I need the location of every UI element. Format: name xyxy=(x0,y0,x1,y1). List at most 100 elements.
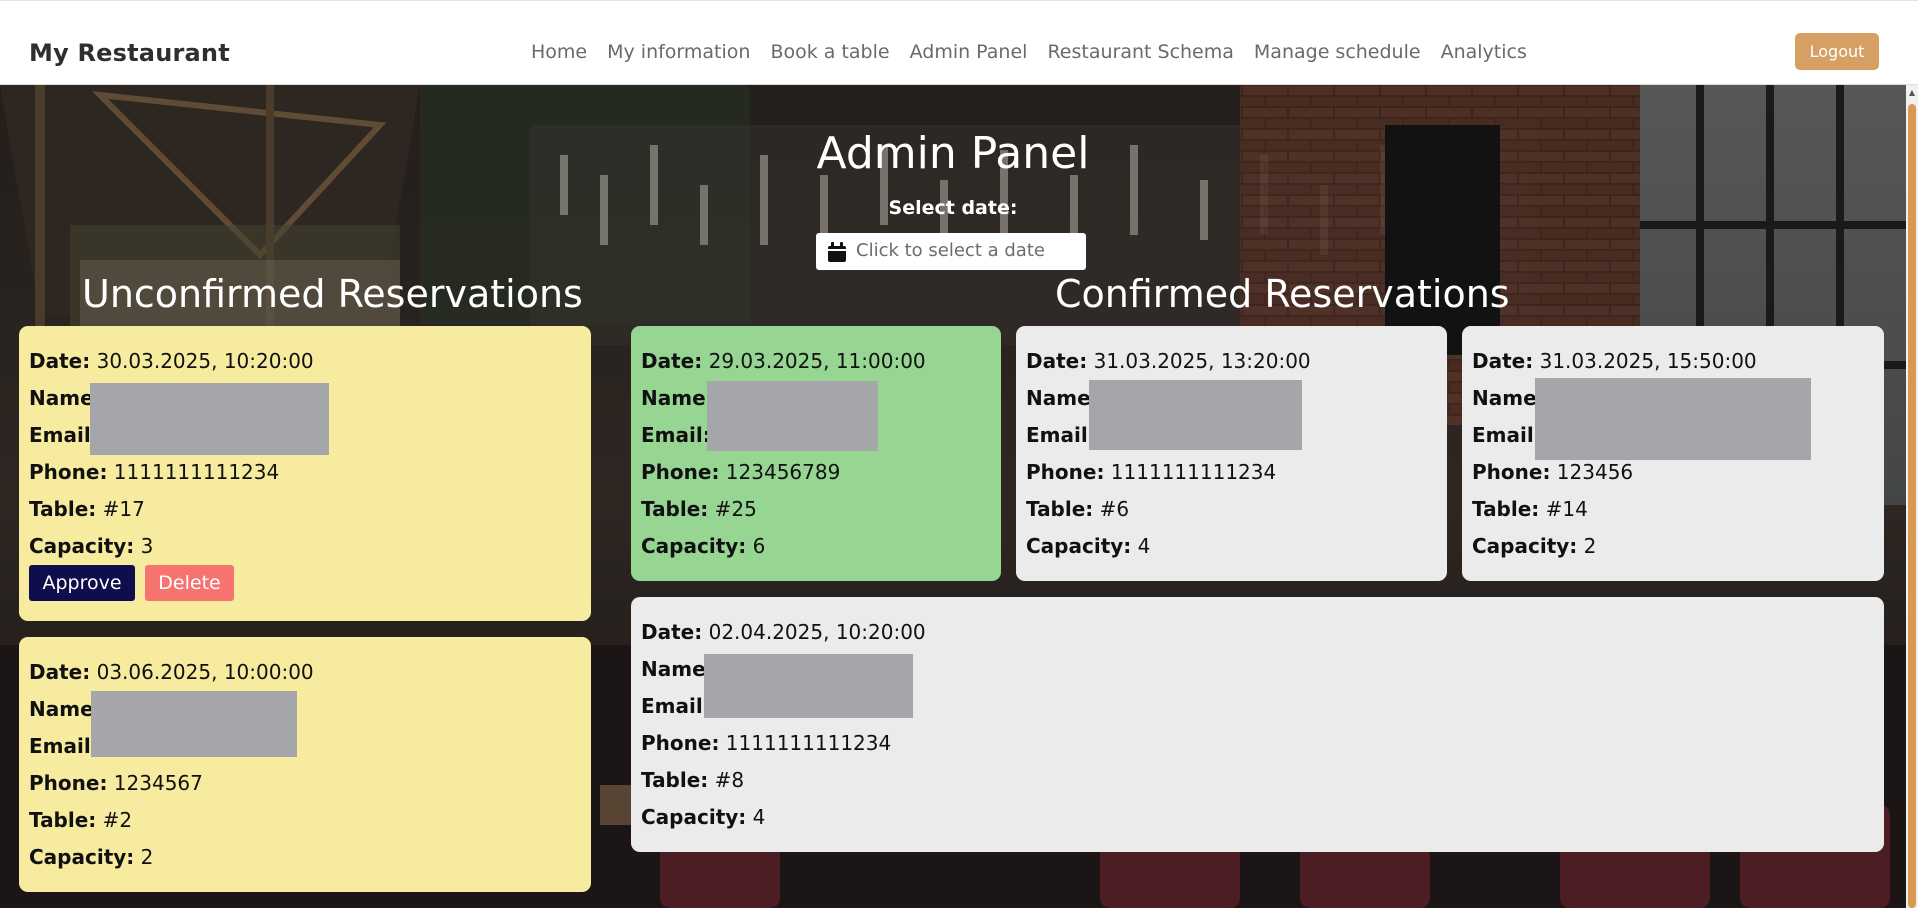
date-label: Date: xyxy=(641,349,703,373)
page-scrollbar-thumb[interactable] xyxy=(1908,104,1916,908)
reservation-phone-row: Phone: 123456789 xyxy=(641,457,1001,494)
reservation-date-row: Date: 29.03.2025, 11:00:00 xyxy=(641,346,1001,383)
brand-title[interactable]: My Restaurant xyxy=(29,39,230,67)
redacted-personal-info xyxy=(1089,380,1302,450)
capacity-label: Capacity: xyxy=(29,845,135,869)
redacted-personal-info xyxy=(707,381,878,451)
reservation-date: 31.03.2025, 15:50:00 xyxy=(1539,349,1757,373)
top-navbar: My Restaurant Home My information Book a… xyxy=(0,0,1918,85)
nav-links: Home My information Book a table Admin P… xyxy=(531,39,1547,65)
reservation-phone: 123456 xyxy=(1556,460,1634,484)
reservation-table: #2 xyxy=(102,808,133,832)
calendar-icon xyxy=(828,242,846,266)
phone-label: Phone: xyxy=(1026,460,1105,484)
page-title: Admin Panel xyxy=(816,128,1090,179)
reservation-capacity-row: Capacity: 2 xyxy=(1472,531,1884,568)
table-label: Table: xyxy=(641,768,709,792)
reservation-phone: 1111111111234 xyxy=(113,460,280,484)
nav-link-manage-schedule[interactable]: Manage schedule xyxy=(1254,39,1421,65)
unconfirmed-reservation-card: Date: 30.03.2025, 10:20:00 Name: Email: … xyxy=(19,326,591,621)
reservation-date: 30.03.2025, 10:20:00 xyxy=(96,349,314,373)
reservation-table-row: Table: #25 xyxy=(641,494,1001,531)
delete-button[interactable]: Delete xyxy=(145,565,234,601)
logout-button[interactable]: Logout xyxy=(1795,33,1879,70)
name-label: Name: xyxy=(641,386,714,410)
email-label: Email: xyxy=(1026,423,1096,447)
reservation-capacity-row: Capacity: 3 xyxy=(29,531,591,568)
email-label: Email: xyxy=(641,423,711,447)
confirmed-reservation-card: Date: 02.04.2025, 10:20:00 Name: Email: … xyxy=(631,597,1884,852)
table-label: Table: xyxy=(29,808,97,832)
nav-link-book-a-table[interactable]: Book a table xyxy=(770,39,889,65)
reservation-date: 02.04.2025, 10:20:00 xyxy=(708,620,926,644)
reservation-phone-row: Phone: 1234567 xyxy=(29,768,591,805)
approve-button[interactable]: Approve xyxy=(29,565,135,601)
capacity-label: Capacity: xyxy=(1026,534,1132,558)
name-label: Name: xyxy=(1026,386,1099,410)
nav-link-admin-panel[interactable]: Admin Panel xyxy=(910,39,1028,65)
confirmed-reservation-card: Date: 29.03.2025, 11:00:00 Name: Email: … xyxy=(631,326,1001,581)
date-input[interactable] xyxy=(856,233,1078,268)
reservation-phone: 1111111111234 xyxy=(1110,460,1277,484)
reservation-phone: 1111111111234 xyxy=(725,731,892,755)
reservation-date: 29.03.2025, 11:00:00 xyxy=(708,349,926,373)
reservation-capacity-row: Capacity: 4 xyxy=(641,802,1884,839)
reservation-table-row: Table: #14 xyxy=(1472,494,1884,531)
reservation-date-row: Date: 30.03.2025, 10:20:00 xyxy=(29,346,591,383)
redacted-personal-info xyxy=(1535,378,1811,460)
name-label: Name: xyxy=(1472,386,1545,410)
confirmed-reservations-heading: Confirmed Reservations xyxy=(1055,272,1510,316)
nav-link-home[interactable]: Home xyxy=(531,39,587,65)
confirmed-reservation-card: Date: 31.03.2025, 13:20:00 Name: Email: … xyxy=(1016,326,1447,581)
reservation-table: #25 xyxy=(714,497,757,521)
capacity-label: Capacity: xyxy=(641,805,747,829)
email-label: Email: xyxy=(641,694,711,718)
reservation-phone-row: Phone: 1111111111234 xyxy=(29,457,591,494)
name-label: Name: xyxy=(641,657,714,681)
reservation-phone-row: Phone: 123456 xyxy=(1472,457,1884,494)
email-label: Email: xyxy=(29,734,99,758)
reservation-table-row: Table: #6 xyxy=(1026,494,1447,531)
reservation-capacity: 2 xyxy=(1583,534,1597,558)
reservation-phone-row: Phone: 1111111111234 xyxy=(1026,457,1447,494)
reservation-capacity-row: Capacity: 2 xyxy=(29,842,591,879)
reservation-table-row: Table: #8 xyxy=(641,765,1884,802)
table-label: Table: xyxy=(1472,497,1540,521)
unconfirmed-reservation-card: Date: 03.06.2025, 10:00:00 Name: Email: … xyxy=(19,637,591,892)
redacted-personal-info xyxy=(90,383,329,455)
unconfirmed-reservations-heading: Unconfirmed Reservations xyxy=(82,272,583,316)
nav-link-analytics[interactable]: Analytics xyxy=(1441,39,1527,65)
reservation-capacity: 4 xyxy=(1137,534,1151,558)
reservation-date-row: Date: 02.04.2025, 10:20:00 xyxy=(641,617,1884,654)
reservation-capacity-row: Capacity: 4 xyxy=(1026,531,1447,568)
scroll-up-arrow-icon[interactable]: ▲ xyxy=(1908,88,1916,98)
nav-link-my-information[interactable]: My information xyxy=(607,39,750,65)
date-picker-field[interactable] xyxy=(816,233,1086,270)
capacity-label: Capacity: xyxy=(1472,534,1578,558)
reservation-capacity: 4 xyxy=(752,805,766,829)
date-label: Date: xyxy=(1026,349,1088,373)
capacity-label: Capacity: xyxy=(29,534,135,558)
date-label: Date: xyxy=(29,349,91,373)
email-label: Email: xyxy=(29,423,99,447)
phone-label: Phone: xyxy=(641,731,720,755)
reservation-capacity: 6 xyxy=(752,534,766,558)
reservation-table-row: Table: #17 xyxy=(29,494,591,531)
reservation-capacity-row: Capacity: 6 xyxy=(641,531,1001,568)
phone-label: Phone: xyxy=(29,460,108,484)
phone-label: Phone: xyxy=(29,771,108,795)
date-label: Date: xyxy=(641,620,703,644)
nav-link-restaurant-schema[interactable]: Restaurant Schema xyxy=(1047,39,1233,65)
capacity-label: Capacity: xyxy=(641,534,747,558)
reservation-phone: 1234567 xyxy=(113,771,203,795)
email-label: Email: xyxy=(1472,423,1542,447)
reservation-table: #17 xyxy=(102,497,145,521)
reservation-date: 31.03.2025, 13:20:00 xyxy=(1093,349,1311,373)
phone-label: Phone: xyxy=(641,460,720,484)
date-label: Date: xyxy=(29,660,91,684)
reservation-date: 03.06.2025, 10:00:00 xyxy=(96,660,314,684)
phone-label: Phone: xyxy=(1472,460,1551,484)
table-label: Table: xyxy=(641,497,709,521)
reservation-phone-row: Phone: 1111111111234 xyxy=(641,728,1884,765)
table-label: Table: xyxy=(1026,497,1094,521)
